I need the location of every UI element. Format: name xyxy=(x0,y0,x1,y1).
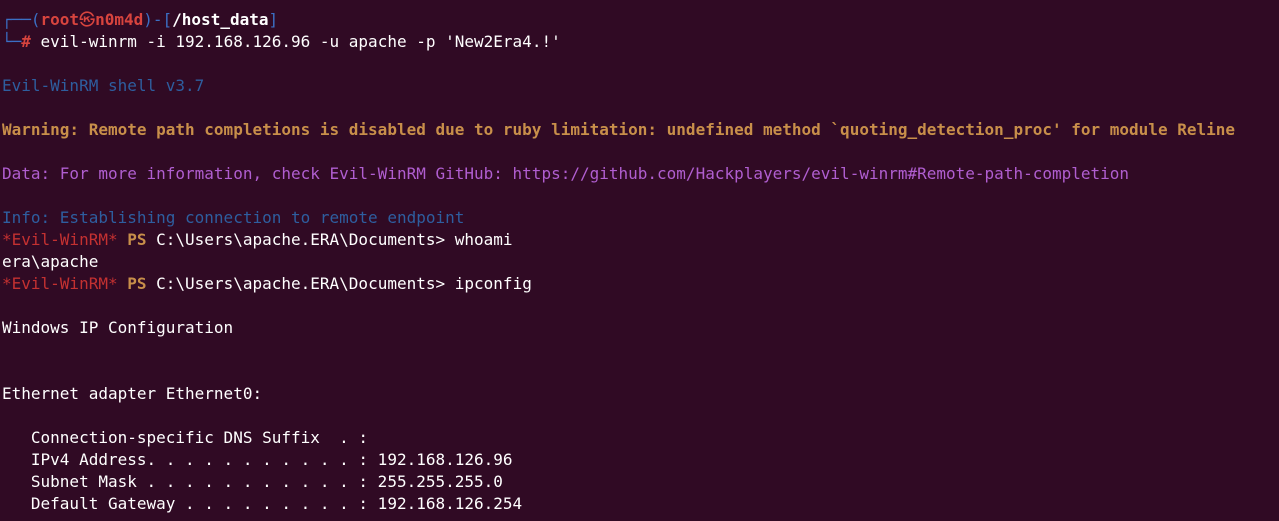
ps-prompt-tag: *Evil-WinRM* xyxy=(2,274,118,293)
ps-command: ipconfig xyxy=(454,274,532,293)
prompt-user: root xyxy=(40,10,80,29)
ipconfig-row-gateway: Default Gateway . . . . . . . . . : 192.… xyxy=(2,494,523,513)
data-message: Data: For more information, check Evil-W… xyxy=(2,164,1130,183)
ps-command: whoami xyxy=(454,230,513,249)
ipconfig-title: Windows IP Configuration xyxy=(2,318,234,337)
whoami-output: era\apache xyxy=(2,252,99,271)
shell-banner: Evil-WinRM shell v3.7 xyxy=(2,76,205,95)
warning-message: Warning: Remote path completions is disa… xyxy=(2,120,1235,139)
prompt-bracket-mid: )-[ xyxy=(143,10,173,29)
ps-label: PS xyxy=(127,230,147,249)
prompt-corner-bottom: └─ xyxy=(2,32,22,51)
ipconfig-row-ipv4: IPv4 Address. . . . . . . . . . . : 192.… xyxy=(2,450,513,469)
ps-prompt-line: *Evil-WinRM* PS C:\Users\apache.ERA\Docu… xyxy=(2,229,513,251)
ipconfig-row-subnet: Subnet Mask . . . . . . . . . . . : 255.… xyxy=(2,472,503,491)
prompt-top-line: ┌──(root㉿n0m4d)-[/host_data] xyxy=(2,9,278,31)
ipconfig-row-dns-suffix: Connection-specific DNS Suffix . : xyxy=(2,428,369,447)
prompt-bracket-close: ] xyxy=(268,10,279,29)
ps-label: PS xyxy=(127,274,147,293)
prompt-path: /host_data xyxy=(172,10,269,29)
prompt-corner-top: ┌──( xyxy=(2,10,41,29)
prompt-command-line: └─# evil-winrm -i 192.168.126.96 -u apac… xyxy=(2,31,561,53)
prompt-host: n0m4d xyxy=(95,10,144,29)
ipconfig-adapter: Ethernet adapter Ethernet0: xyxy=(2,384,263,403)
ps-prompt-tag: *Evil-WinRM* xyxy=(2,230,118,249)
info-message: Info: Establishing connection to remote … xyxy=(2,208,465,227)
terminal-window[interactable]: ┌──(root㉿n0m4d)-[/host_data] └─# evil-wi… xyxy=(0,0,1279,521)
ps-path: C:\Users\apache.ERA\Documents> xyxy=(156,230,446,249)
ps-path: C:\Users\apache.ERA\Documents> xyxy=(156,274,446,293)
prompt-hash: # xyxy=(21,32,31,51)
command-text: evil-winrm -i 192.168.126.96 -u apache -… xyxy=(30,32,561,51)
prompt-at-symbol: ㉿ xyxy=(79,10,96,29)
ps-prompt-line: *Evil-WinRM* PS C:\Users\apache.ERA\Docu… xyxy=(2,273,532,295)
